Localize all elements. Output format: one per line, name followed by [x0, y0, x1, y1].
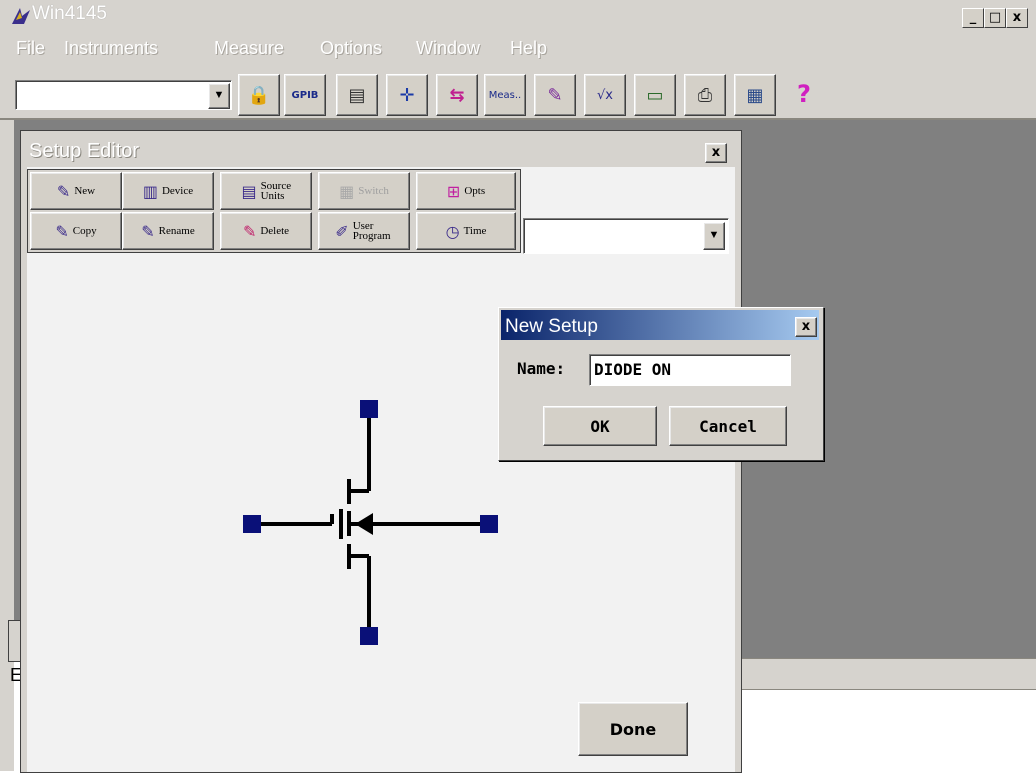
- chevron-down-icon[interactable]: ▼: [703, 222, 725, 250]
- setup-select[interactable]: [523, 218, 729, 254]
- source-units-label: Source Units: [260, 180, 292, 202]
- formula-icon[interactable]: √x: [584, 74, 626, 116]
- main-title-bar[interactable]: Win4145 _ □ x: [0, 0, 1036, 30]
- opts-button[interactable]: ⊞ Opts: [416, 172, 516, 210]
- setup-editor-title: Setup Editor: [29, 140, 140, 162]
- menu-file[interactable]: File: [16, 38, 45, 59]
- gpib-icon[interactable]: GPIB: [284, 74, 326, 116]
- clock-icon: ◷: [445, 221, 460, 241]
- menu-bar: File Instruments Measure Options Window …: [0, 30, 1036, 69]
- switch-label: Switch: [358, 185, 389, 197]
- done-button[interactable]: Done: [578, 702, 688, 756]
- toolbar-combo[interactable]: [15, 80, 232, 110]
- menu-options[interactable]: Options: [320, 38, 382, 59]
- new-icon: ✎: [56, 181, 71, 201]
- graph-edit-icon[interactable]: ✎: [534, 74, 576, 116]
- device-button[interactable]: ▥ Device: [122, 172, 214, 210]
- measure-icon[interactable]: Meas..: [484, 74, 526, 116]
- rename-button[interactable]: ✎ Rename: [122, 212, 214, 250]
- menu-window[interactable]: Window: [416, 38, 480, 59]
- copy-button[interactable]: ✎ Copy: [30, 212, 122, 250]
- name-label: Name:: [517, 359, 566, 378]
- user-program-label: User Program: [352, 220, 391, 242]
- clipboard-icon[interactable]: ▦: [734, 74, 776, 116]
- help-icon[interactable]: ?: [784, 74, 824, 114]
- setup-editor-close-button[interactable]: x: [705, 143, 727, 163]
- swap-icon[interactable]: ⇆: [436, 74, 478, 116]
- lock-icon[interactable]: 🔒: [238, 74, 280, 116]
- app-title: Win4145: [32, 3, 107, 24]
- user-program-icon: ✐: [335, 221, 349, 241]
- computer-icon[interactable]: ▭: [634, 74, 676, 116]
- cancel-button[interactable]: Cancel: [669, 406, 787, 446]
- dialog-close-button[interactable]: x: [795, 317, 817, 337]
- substrate-arrow-icon: [355, 513, 373, 535]
- rename-icon: ✎: [141, 221, 155, 241]
- chevron-down-icon[interactable]: ▼: [208, 83, 230, 109]
- delete-label: Delete: [260, 225, 290, 237]
- options-icon: ⊞: [446, 181, 461, 201]
- time-button[interactable]: ◷ Time: [416, 212, 516, 250]
- time-label: Time: [463, 225, 487, 237]
- background-window-bar: [740, 658, 1036, 690]
- dialog-title: New Setup: [505, 316, 598, 337]
- substrate-terminal: [480, 515, 498, 533]
- menu-help[interactable]: Help: [510, 38, 547, 59]
- rename-label: Rename: [158, 225, 195, 237]
- source-units-icon: ▤: [241, 181, 257, 201]
- maximize-button[interactable]: □: [984, 8, 1006, 28]
- new-label: New: [74, 185, 96, 197]
- opts-label: Opts: [464, 185, 486, 197]
- dialog-title-bar[interactable]: New Setup x: [501, 310, 819, 340]
- name-input[interactable]: DIODE ON: [589, 354, 791, 386]
- menu-instruments[interactable]: Instruments: [64, 38, 158, 59]
- setup-editor-title-bar[interactable]: Setup Editor x: [21, 131, 741, 167]
- close-button[interactable]: x: [1006, 8, 1028, 28]
- crosshair-icon[interactable]: ✛: [386, 74, 428, 116]
- menu-measure[interactable]: Measure: [214, 38, 284, 59]
- gate-terminal: [243, 515, 261, 533]
- minimize-button[interactable]: _: [962, 8, 984, 28]
- printer-icon[interactable]: ⎙: [684, 74, 726, 116]
- source-units-button[interactable]: ▤ Source Units: [220, 172, 312, 210]
- app-logo-icon: [12, 8, 30, 24]
- delete-icon: ✎: [242, 221, 257, 241]
- new-setup-dialog: New Setup x Name: DIODE ON OK Cancel: [498, 307, 824, 461]
- new-button[interactable]: ✎ New: [30, 172, 122, 210]
- source-terminal: [360, 627, 378, 645]
- device-icon: ▥: [142, 181, 158, 201]
- device-label: Device: [161, 185, 194, 197]
- instrument-panel-icon[interactable]: ▤: [336, 74, 378, 116]
- drain-terminal: [360, 400, 378, 418]
- copy-label: Copy: [72, 225, 97, 237]
- ok-button[interactable]: OK: [543, 406, 657, 446]
- copy-icon: ✎: [55, 221, 69, 241]
- switch-button[interactable]: ▦ Switch: [318, 172, 410, 210]
- user-program-button[interactable]: ✐ User Program: [318, 212, 410, 250]
- delete-button[interactable]: ✎ Delete: [220, 212, 312, 250]
- switch-icon: ▦: [339, 181, 355, 201]
